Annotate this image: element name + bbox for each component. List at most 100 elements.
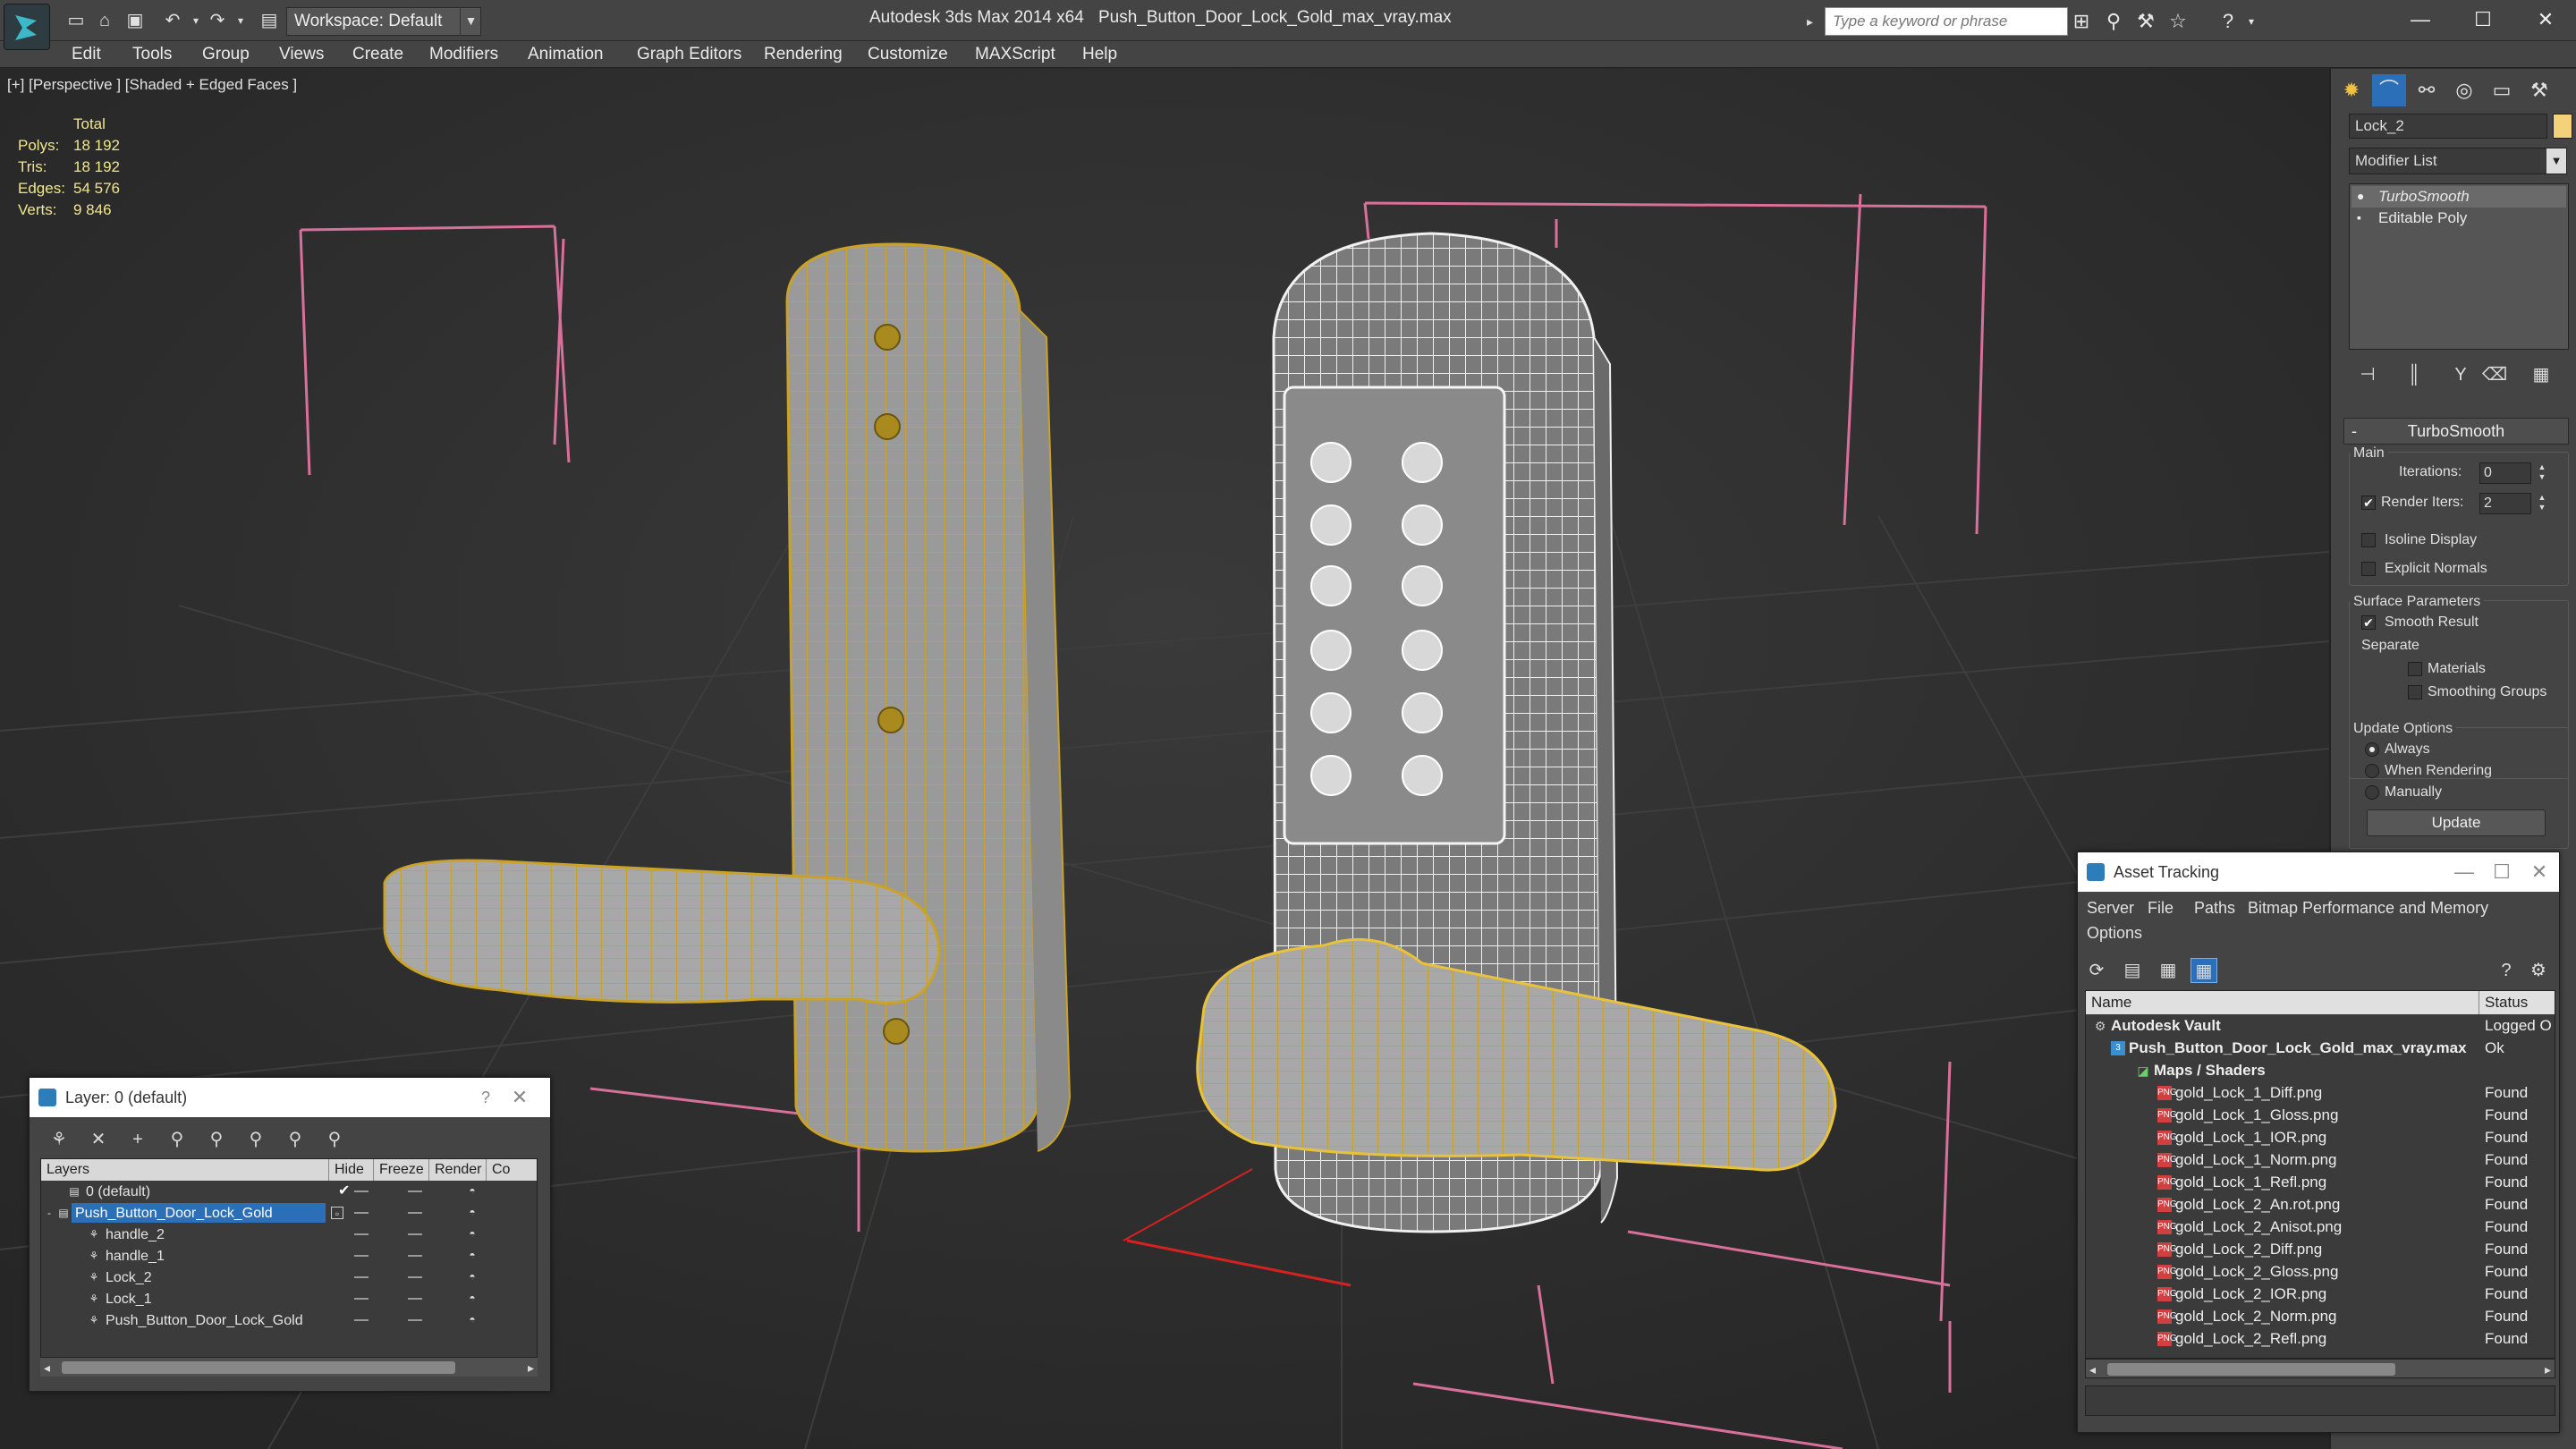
table-row[interactable]: 3 Push_Button_Door_Lock_Gold_max_vray.max… [2086,1037,2555,1059]
freeze-all-layers-icon[interactable]: ⚲ [282,1126,309,1153]
render-teapot-icon[interactable]: ◓ [465,1184,479,1197]
hide-toggle[interactable] [354,1276,369,1278]
binoculars-icon[interactable]: ⊞ [2068,9,2095,34]
highlight-selected-icon[interactable]: ⚲ [203,1126,230,1153]
table-row[interactable]: ⚙ Autodesk Vault Logged O [2086,1014,2555,1037]
smooth-result-checkbox[interactable]: ✔ [2361,615,2376,630]
table-row[interactable]: PNG gold_Lock_1_Diff.png Found [2086,1081,2555,1104]
menu-create[interactable]: Create [352,45,403,64]
table-row[interactable]: PNG gold_Lock_2_Refl.png Found [2086,1327,2555,1350]
hide-toggle[interactable] [354,1191,369,1192]
settings-icon[interactable]: ⚙ [2525,958,2552,983]
chevron-down-icon[interactable]: ▼ [460,7,481,36]
hide-toggle[interactable] [354,1255,369,1257]
table-row[interactable]: PNG gold_Lock_2_Gloss.png Found [2086,1260,2555,1283]
render-teapot-icon[interactable]: ◓ [465,1270,479,1283]
menu-graph-editors[interactable]: Graph Editors [637,45,741,64]
menu-file[interactable]: File [2148,899,2174,918]
lightbulb-icon[interactable]: ● [2357,190,2369,202]
hide-toggle[interactable] [354,1298,369,1300]
smoothing-groups-checkbox[interactable] [2408,685,2422,699]
menu-server[interactable]: Server [2087,899,2134,918]
freeze-toggle[interactable] [408,1319,422,1321]
table-row[interactable]: PNG gold_Lock_1_Refl.png Found [2086,1171,2555,1193]
search-expand-icon[interactable]: ▸ [1807,7,1825,36]
minimize-icon[interactable]: — [2402,5,2438,34]
object-color-swatch[interactable] [2553,114,2572,139]
render-teapot-icon[interactable]: ◓ [465,1227,479,1240]
column-header-layers[interactable]: Layers [41,1159,329,1181]
scroll-left-icon[interactable]: ◂ [2089,1360,2096,1379]
menu-customize[interactable]: Customize [868,45,948,64]
scroll-left-icon[interactable]: ◂ [44,1358,50,1377]
menu-edit[interactable]: Edit [72,45,101,64]
stack-item-editable-poly[interactable]: ▪ Editable Poly [2351,208,2566,229]
column-header-freeze[interactable]: Freeze [374,1159,429,1181]
menu-tools[interactable]: Tools [132,45,172,64]
new-file-icon[interactable]: ▭ [64,9,88,32]
materials-checkbox[interactable] [2408,662,2422,676]
undo-dropdown-icon[interactable]: ▾ [184,9,208,32]
table-row[interactable]: ◪ Maps / Shaders [2086,1059,2555,1081]
render-teapot-icon[interactable]: ◓ [465,1206,479,1218]
render-teapot-icon[interactable]: ◓ [465,1292,479,1304]
render-iters-spinner[interactable]: 2 [2479,493,2531,514]
freeze-toggle[interactable] [408,1298,422,1300]
object-name-field[interactable]: Lock_2 [2349,114,2547,139]
table-row[interactable]: ⚘ handle_2 ◓ [41,1224,537,1245]
hide-toggle[interactable] [354,1233,369,1235]
workspace-select[interactable]: Workspace: Default [286,7,481,36]
menu-group[interactable]: Group [202,45,250,64]
table-row[interactable]: PNG gold_Lock_2_Diff.png Found [2086,1238,2555,1260]
table-row[interactable]: ⚘ Push_Button_Door_Lock_Gold ◓ [41,1309,537,1331]
turbosmooth-rollout-header[interactable]: - TurboSmooth [2343,418,2569,445]
window-title-bar[interactable]: Asset Tracking — ☐ ✕ [2078,852,2559,892]
table-row[interactable]: PNG gold_Lock_2_An.rot.png Found [2086,1193,2555,1216]
scroll-right-icon[interactable]: ▸ [528,1358,534,1377]
pin-stack-icon[interactable]: ⊣ [2354,362,2381,387]
scrollbar-thumb[interactable] [2107,1363,2395,1376]
save-file-icon[interactable]: ▣ [123,9,147,32]
add-to-layer-icon[interactable]: + [124,1126,151,1153]
hierarchy-tab-icon[interactable]: ⚯ [2410,74,2444,106]
show-end-result-icon[interactable]: ║ [2401,362,2428,387]
window-title-bar[interactable]: Layer: 0 (default) ? ✕ [30,1078,550,1117]
horizontal-scrollbar[interactable]: ◂ ▸ [40,1357,538,1377]
close-icon[interactable]: ✕ [2527,860,2552,885]
help-icon[interactable]: ? [473,1085,498,1110]
open-file-icon[interactable]: ⌂ [93,9,116,32]
help-icon[interactable]: ? [2493,958,2520,983]
app-logo-icon[interactable] [4,4,50,50]
help-dropdown-icon[interactable]: ▾ [2238,9,2265,34]
menu-help[interactable]: Help [1082,45,1117,64]
close-icon[interactable]: ✕ [507,1085,532,1110]
chevron-down-icon[interactable]: ▼ [2546,148,2566,174]
table-row[interactable]: ⚘ Lock_1 ◓ [41,1288,537,1309]
horizontal-scrollbar[interactable]: ◂ ▸ [2085,1359,2555,1378]
utilities-tab-icon[interactable]: ⚒ [2522,74,2556,106]
isoline-display-checkbox[interactable] [2361,533,2376,547]
refresh-icon[interactable]: ⟳ [2083,958,2110,983]
delete-layer-icon[interactable]: ✕ [85,1126,112,1153]
table-row[interactable]: ⚘ handle_1 ◓ [41,1245,537,1267]
make-unique-icon[interactable]: Y [2447,362,2474,387]
create-layer-icon[interactable]: ⚘ [46,1126,72,1153]
table-row[interactable]: ▤ 0 (default) ✔ ◓ [41,1181,537,1202]
close-icon[interactable]: ✕ [2528,5,2563,34]
redo-icon[interactable]: ↷ [206,9,229,32]
table-row[interactable]: - ▤ Push_Button_Door_Lock_Gold ▫ ◓ [41,1202,537,1224]
hide-toggle[interactable] [354,1212,369,1214]
column-header-hide[interactable]: Hide [329,1159,374,1181]
menu-paths[interactable]: Paths [2194,899,2235,918]
search-input[interactable]: Type a keyword or phrase [1825,7,2068,36]
hide-all-layers-icon[interactable]: ⚲ [242,1126,269,1153]
freeze-toggle[interactable] [408,1191,422,1192]
update-button[interactable]: Update [2367,809,2546,836]
freeze-toggle[interactable] [408,1255,422,1257]
communication-center-icon[interactable]: ⚒ [2132,9,2159,34]
table-row[interactable]: PNG gold_Lock_2_IOR.png Found [2086,1283,2555,1305]
update-always-radio[interactable] [2365,742,2379,757]
viewport-label[interactable]: [+] [Perspective ] [Shaded + Edged Faces… [7,76,297,94]
table-row[interactable]: PNG gold_Lock_1_Norm.png Found [2086,1148,2555,1171]
stack-item-turbosmooth[interactable]: ● TurboSmooth [2351,186,2566,208]
